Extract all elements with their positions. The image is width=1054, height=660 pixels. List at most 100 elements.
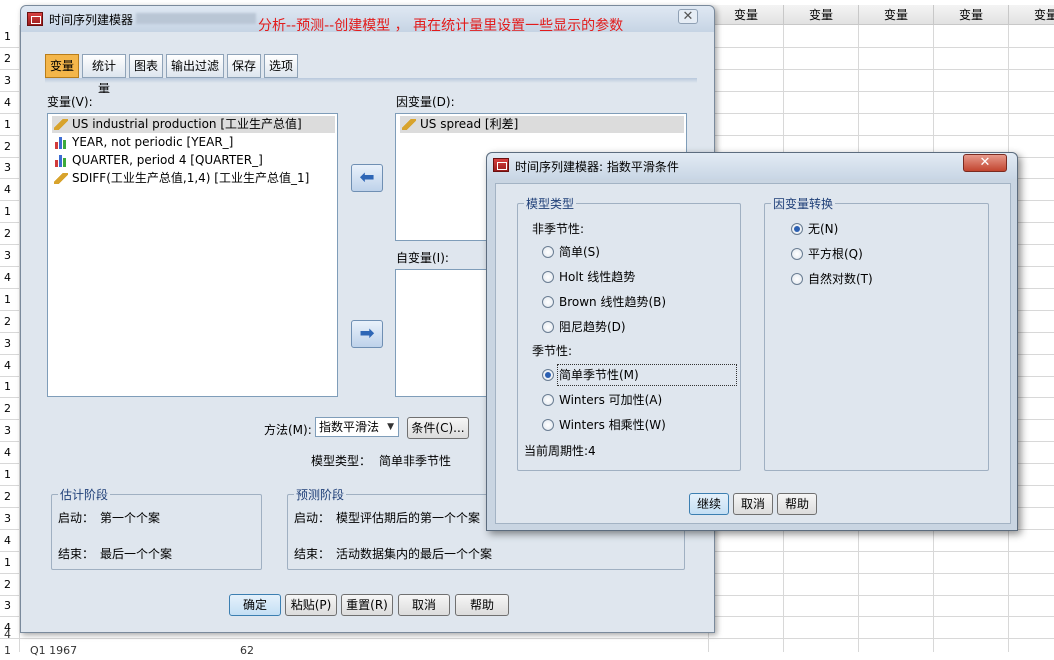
arrow-right-icon: ➡ <box>359 323 375 344</box>
independent-label: 自变量(I): <box>396 251 449 265</box>
close-icon[interactable]: ✕ <box>963 154 1007 172</box>
radio-icon <box>542 246 554 258</box>
dependent-label: 因变量(D): <box>396 95 455 109</box>
radio-holt[interactable]: Holt 线性趋势 <box>542 268 635 286</box>
radio-damped[interactable]: 阻尼趋势(D) <box>542 318 626 336</box>
cancel-button[interactable]: 取消 <box>398 594 450 616</box>
row-number: 3 <box>4 161 11 175</box>
radio-simple[interactable]: 简单(S) <box>542 243 600 261</box>
cell-value[interactable]: 62 <box>240 642 254 660</box>
column-header[interactable]: 变量 <box>858 5 933 25</box>
help-button[interactable]: 帮助 <box>455 594 509 616</box>
tab-variables[interactable]: 变量 <box>45 54 79 78</box>
radio-icon <box>542 419 554 431</box>
tab-divider <box>45 78 697 83</box>
variable-label: YEAR, not periodic [YEAR_] <box>72 135 234 149</box>
column-header[interactable]: 变量 <box>933 5 1008 25</box>
end-label: 结束： <box>58 547 95 561</box>
method-select[interactable]: 指数平滑法 ▼ <box>315 417 399 437</box>
list-item[interactable]: QUARTER, period 4 [QUARTER_] <box>52 152 263 169</box>
row-number: 3 <box>4 249 11 262</box>
row-number: 1 <box>4 30 11 43</box>
model-type-label: 模型类型： <box>311 454 372 468</box>
radio-label: Winters 可加性(A) <box>559 393 663 407</box>
row-number: 1 <box>4 555 11 569</box>
variable-label: US spread [利差] <box>420 117 519 131</box>
group-title: 估计阶段 <box>58 486 111 503</box>
variable-label: US industrial production [工业生产总值] <box>72 117 302 131</box>
dialog-body: 模型类型 非季节性: 简单(S) Holt 线性趋势 Brown 线性趋势(B)… <box>495 183 1011 524</box>
bar-chart-icon <box>55 136 68 149</box>
cancel-button[interactable]: 取消 <box>733 493 773 515</box>
row-number: 3 <box>4 336 11 350</box>
chevron-down-icon: ▼ <box>387 422 394 432</box>
exponential-smoothing-criteria-dialog: 时间序列建模器: 指数平滑条件 ✕ 模型类型 非季节性: 简单(S) Holt … <box>486 152 1018 531</box>
criteria-button[interactable]: 条件(C)... <box>407 417 469 439</box>
close-icon[interactable]: ✕ <box>678 9 698 24</box>
method-value: 指数平滑法 <box>319 420 380 434</box>
variables-label: 变量(V): <box>47 95 93 109</box>
radio-label: 简单季节性(M) <box>557 364 737 386</box>
row-number: 1 <box>4 380 11 394</box>
group-title: 模型类型 <box>524 195 577 212</box>
dependent-transform-group: 因变量转换 无(N) 平方根(Q) 自然对数(T) <box>764 195 989 471</box>
row-line <box>0 638 1054 640</box>
list-item[interactable]: YEAR, not periodic [YEAR_] <box>52 134 233 151</box>
app-icon <box>27 12 43 26</box>
row-number: 2 <box>4 402 11 416</box>
list-item[interactable]: US industrial production [工业生产总值] <box>52 116 335 133</box>
radio-winters-additive[interactable]: Winters 可加性(A) <box>542 391 662 409</box>
nonseasonal-label: 非季节性: <box>532 222 585 236</box>
estimation-period-group: 估计阶段 启动： 第一个个案 结束： 最后一个个案 <box>51 486 262 570</box>
radio-square-root[interactable]: 平方根(Q) <box>791 245 863 263</box>
row-number: 4 <box>4 446 11 460</box>
start-value: 模型评估期后的第一个个案 <box>336 511 481 525</box>
tab-options[interactable]: 选项 <box>264 54 298 78</box>
cell-date[interactable]: Q1 1967 <box>30 642 77 660</box>
column-header[interactable]: 变量 <box>783 5 858 25</box>
row-number: 2 <box>4 227 11 241</box>
radio-icon <box>542 296 554 308</box>
variables-listbox[interactable]: US industrial production [工业生产总值] YEAR, … <box>47 113 338 397</box>
help-button[interactable]: 帮助 <box>777 493 817 515</box>
radio-icon <box>542 369 554 381</box>
method-label: 方法(M): <box>264 423 312 437</box>
bar-chart-icon <box>55 154 68 167</box>
ok-button[interactable]: 确定 <box>229 594 281 616</box>
paste-button[interactable]: 粘贴(P) <box>285 594 337 616</box>
titlebar[interactable]: 时间序列建模器: 指数平滑条件 ✕ <box>487 153 1017 179</box>
blurred-title-suffix <box>136 13 256 24</box>
column-header[interactable]: 变量 <box>1008 5 1054 25</box>
ruler-icon <box>54 119 68 130</box>
column-header[interactable]: 变量 <box>708 5 783 25</box>
radio-label: Brown 线性趋势(B) <box>559 295 667 309</box>
tab-charts[interactable]: 图表 <box>129 54 163 78</box>
start-value: 第一个个案 <box>100 511 161 525</box>
tab-save[interactable]: 保存 <box>227 54 261 78</box>
list-item[interactable]: US spread [利差] <box>400 116 684 133</box>
move-to-independent-button[interactable]: ➡ <box>351 320 383 348</box>
radio-natural-log[interactable]: 自然对数(T) <box>791 270 873 288</box>
start-label: 启动： <box>58 511 95 525</box>
radio-none[interactable]: 无(N) <box>791 220 838 238</box>
row-number: 3 <box>4 599 11 613</box>
radio-label: 自然对数(T) <box>808 272 873 286</box>
radio-brown[interactable]: Brown 线性趋势(B) <box>542 293 666 311</box>
radio-label: 阻尼趋势(D) <box>559 320 626 334</box>
reset-button[interactable]: 重置(R) <box>341 594 393 616</box>
group-title: 预测阶段 <box>294 486 347 503</box>
radio-winters-multiplicative[interactable]: Winters 相乘性(W) <box>542 416 666 434</box>
row-number: 2 <box>4 489 11 503</box>
row-number: 2 <box>4 139 11 153</box>
radio-icon <box>542 271 554 283</box>
row-number: 4 <box>4 183 11 197</box>
end-value: 活动数据集内的最后一个个案 <box>336 547 493 561</box>
tab-output-filter[interactable]: 输出过滤 <box>166 54 224 78</box>
move-to-dependent-button[interactable]: ⬅ <box>351 164 383 192</box>
arrow-left-icon: ⬅ <box>359 167 375 188</box>
radio-simple-seasonal[interactable]: 简单季节性(M) <box>542 364 737 386</box>
list-item[interactable]: SDIFF(工业生产总值,1,4) [工业生产总值_1] <box>52 170 309 187</box>
continue-button[interactable]: 继续 <box>689 493 729 515</box>
tab-statistics[interactable]: 统计量 <box>82 54 126 95</box>
row-number: 3 <box>4 73 11 87</box>
